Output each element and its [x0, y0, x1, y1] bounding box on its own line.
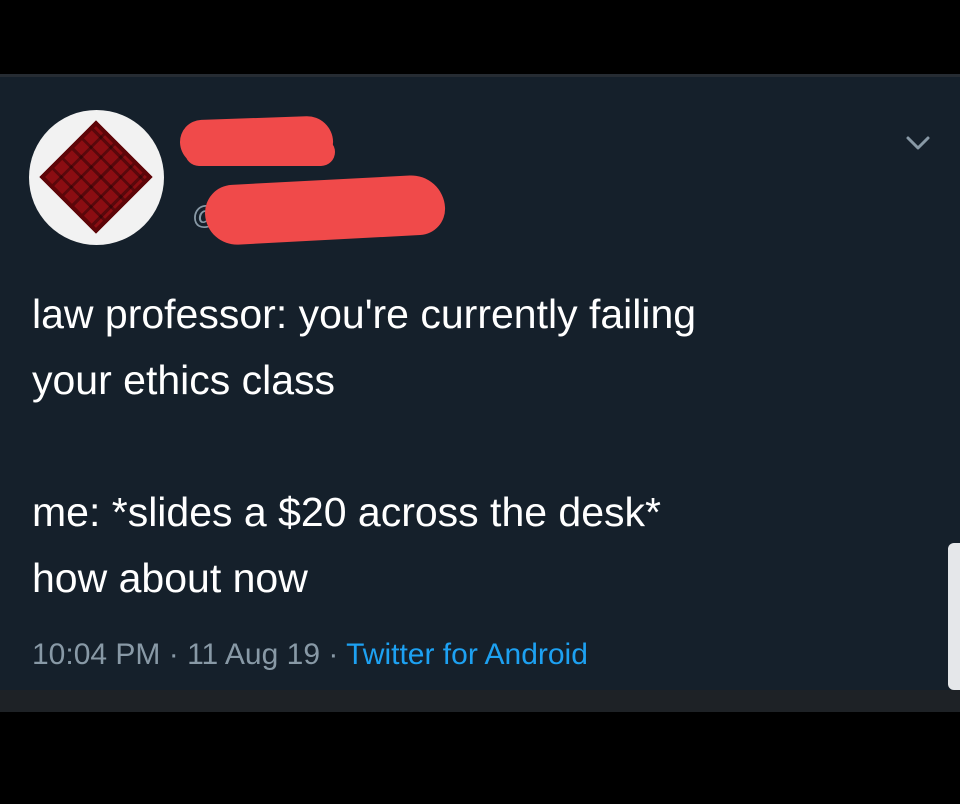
tweet-text-line: your ethics class	[32, 357, 336, 403]
tweet-text-line: me: *slides a $20 across the desk*	[32, 489, 661, 535]
avatar[interactable]	[29, 110, 164, 245]
chevron-down-icon[interactable]	[905, 133, 931, 153]
redacted-display-name-extra	[185, 138, 335, 166]
bottom-black-band	[0, 712, 960, 804]
meta-separator: ·	[160, 638, 188, 671]
scrollbar-thumb[interactable]	[948, 543, 960, 690]
tweet-meta: 10:04 PM · 11 Aug 19 · Twitter for Andro…	[32, 638, 588, 672]
avatar-logo-image	[39, 120, 153, 234]
top-black-band	[0, 0, 960, 74]
meta-separator: ·	[320, 638, 347, 671]
tweet-text-line: how about now	[32, 555, 308, 601]
tweet-date[interactable]: 11 Aug 19	[187, 638, 320, 671]
tweet-text-line: law professor: you're currently failing	[32, 291, 697, 337]
tweet-text: law professor: you're currently failing …	[32, 281, 932, 611]
bottom-gray-band	[0, 690, 960, 712]
redacted-handle	[203, 173, 447, 247]
tweet-source-link[interactable]: Twitter for Android	[346, 638, 588, 671]
tweet-time[interactable]: 10:04 PM	[32, 638, 160, 671]
